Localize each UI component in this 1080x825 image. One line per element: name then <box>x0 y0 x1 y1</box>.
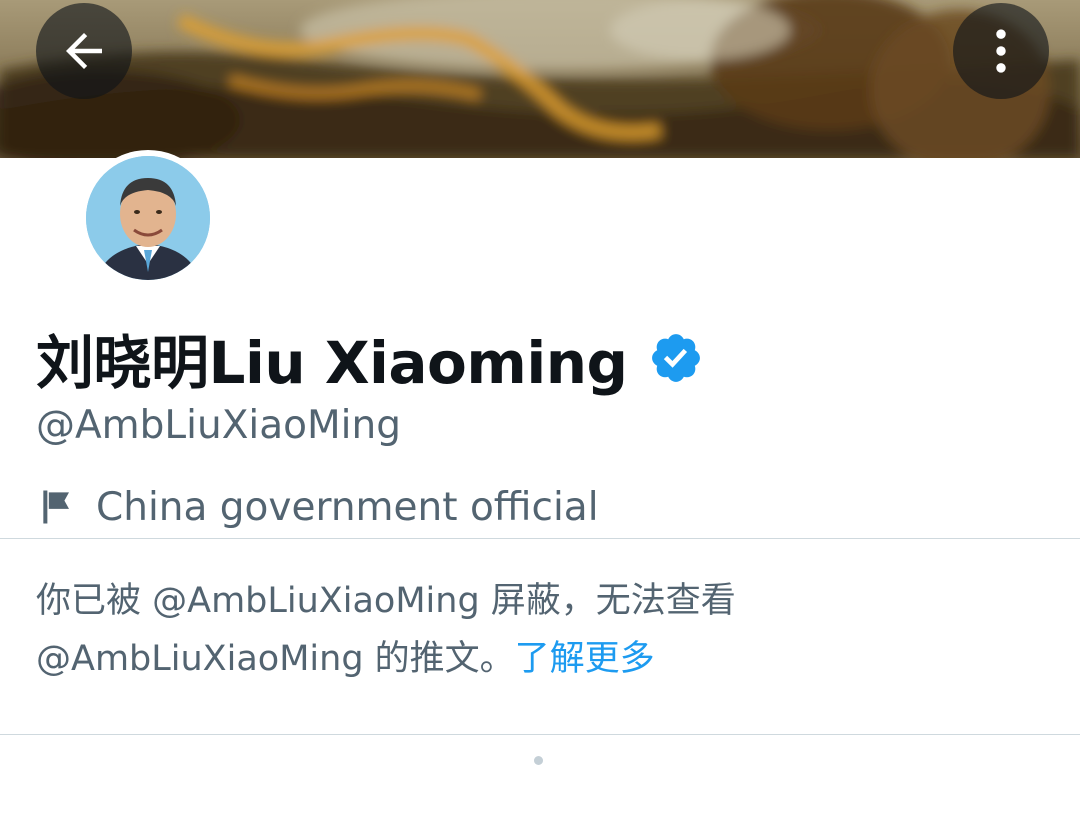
blocked-notice-line-1: 你已被 @AmbLiuXiaoMing 屏蔽，无法查看 <box>36 581 736 621</box>
verified-badge-icon[interactable] <box>648 330 704 386</box>
display-name-row: 刘晓明Liu Xiaoming <box>36 318 704 398</box>
avatar-image <box>86 156 210 280</box>
arrow-left-icon <box>66 33 102 69</box>
flag-icon <box>43 490 69 524</box>
blocked-notice-line-2: @AmbLiuXiaoMing 的推文。了解更多 <box>36 630 1046 688</box>
divider <box>0 538 1080 539</box>
avatar[interactable] <box>86 156 210 280</box>
vertical-ellipsis-icon <box>996 29 1006 73</box>
blocked-notice: 你已被 @AmbLiuXiaoMing 屏蔽，无法查看 @AmbLiuXiaoM… <box>36 572 1046 688</box>
banner-image <box>0 0 1080 158</box>
more-options-button[interactable] <box>953 3 1049 99</box>
blocked-notice-line-2-text: @AmbLiuXiaoMing 的推文。 <box>36 639 515 679</box>
affiliation-label: China government official <box>96 484 599 530</box>
back-button[interactable] <box>36 3 132 99</box>
scroll-indicator-dot <box>534 756 543 765</box>
user-handle: @AmbLiuXiaoMing <box>36 403 401 448</box>
display-name: 刘晓明Liu Xiaoming <box>36 329 628 397</box>
affiliation-label-row: China government official <box>36 482 599 532</box>
profile-page: 刘晓明Liu Xiaoming @AmbLiuXiaoMing China go… <box>0 0 1080 825</box>
profile-banner[interactable] <box>0 0 1080 158</box>
learn-more-link[interactable]: 了解更多 <box>515 639 655 679</box>
divider <box>0 734 1080 735</box>
